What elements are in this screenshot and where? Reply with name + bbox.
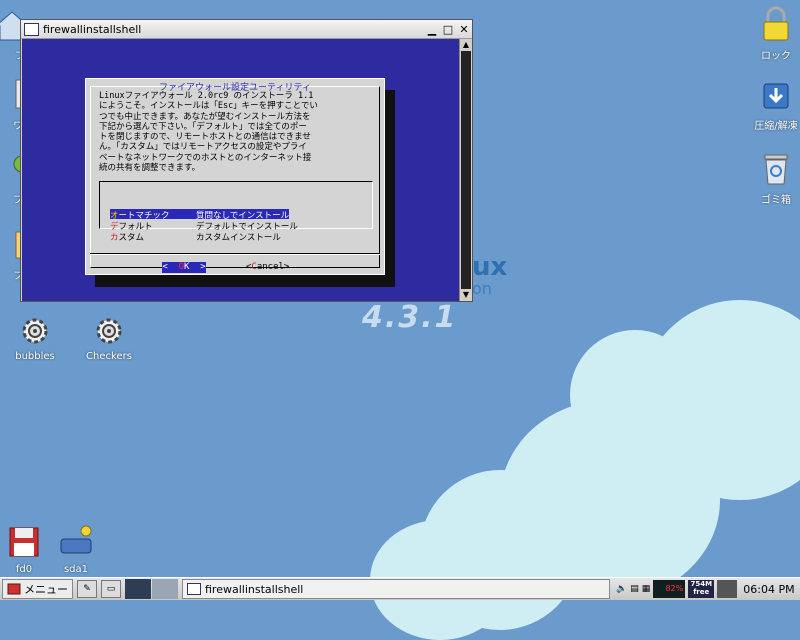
start-menu-label: メニュー: [24, 583, 68, 596]
memory-monitor: 754M free: [688, 580, 715, 598]
drive-icon: [60, 525, 92, 554]
taskbar-window-button[interactable]: firewallinstallshell: [182, 579, 610, 599]
desktop-icon-lock[interactable]: ロック: [744, 6, 800, 62]
cpu-monitor: 82%: [653, 580, 686, 598]
desktop-icon-bubbles[interactable]: bubbles: [3, 316, 67, 362]
network-icon[interactable]: ▦: [642, 584, 651, 594]
vertical-scrollbar[interactable]: ▲ ▼: [459, 39, 472, 301]
desktop-pager-2[interactable]: [152, 579, 178, 599]
quick-launch-drive-icon[interactable]: ▭: [101, 580, 121, 598]
setup-dialog: ファイアウォール設定ユーティリティ Linuxファイアウォール 2.0rc9 の…: [85, 78, 385, 275]
menu-icon: [7, 583, 21, 595]
option-desc: カスタムインストール: [196, 233, 281, 243]
desktop-icon-sda1[interactable]: sda1: [44, 525, 108, 575]
option-tag: スタム: [118, 233, 145, 243]
lock-icon: [763, 6, 789, 41]
terminal-window[interactable]: firewallinstallshell ▁ □ ✕ ファイアウォール設定ユーテ…: [20, 19, 473, 302]
option-automatic[interactable]: オートマチック 質問なしでインストール: [110, 209, 290, 221]
system-tray: 🔈 ▤ ▦ 82% 754M free: [616, 580, 738, 598]
desktop-icon-label: ゴミ箱: [761, 195, 791, 206]
gear-icon: [96, 318, 122, 344]
scroll-down-icon[interactable]: ▼: [460, 289, 472, 301]
desktop-icon-label: ロック: [761, 51, 791, 62]
terminal-area[interactable]: ファイアウォール設定ユーティリティ Linuxファイアウォール 2.0rc9 の…: [22, 39, 460, 301]
option-hotkey: カ: [110, 233, 119, 243]
option-desc: 質問なしでインストール: [196, 209, 290, 221]
archive-icon: [763, 83, 789, 109]
option-default[interactable]: デフォルト デフォルトでインストール: [110, 220, 298, 232]
desktop-icon-label: 圧縮/解凍: [754, 121, 798, 132]
brand-text: ux: [472, 252, 508, 282]
window-icon: [24, 22, 39, 36]
desktop-icon-archive[interactable]: 圧縮/解凍: [744, 80, 800, 132]
dialog-separator: [90, 253, 380, 255]
option-custom[interactable]: カスタム カスタムインストール: [110, 231, 281, 243]
brand-text: on: [472, 279, 492, 298]
printer-icon[interactable]: ▤: [630, 584, 639, 594]
option-desc: デフォルトでインストール: [196, 222, 298, 232]
brand-version: 4.3.1: [362, 300, 458, 335]
disk-monitor: [717, 580, 738, 598]
maximize-button[interactable]: □: [440, 23, 456, 36]
minimize-button[interactable]: ▁: [424, 23, 440, 36]
start-menu-button[interactable]: メニュー: [2, 579, 73, 599]
close-button[interactable]: ✕: [456, 23, 472, 36]
taskbar-window-title: firewallinstallshell: [205, 582, 304, 596]
floppy-icon: [9, 527, 39, 557]
desktop-icon-trash[interactable]: ゴミ箱: [744, 152, 800, 206]
volume-icon[interactable]: 🔈: [616, 584, 627, 594]
dialog-message: Linuxファイアウォール 2.0rc9 のインストーラ 1.1 にようこそ。イ…: [99, 91, 318, 174]
window-titlebar[interactable]: firewallinstallshell ▁ □ ✕: [21, 20, 472, 39]
desktop-icon-label: bubbles: [15, 351, 55, 362]
desktop-pager-1[interactable]: [125, 579, 151, 599]
window-icon: [187, 583, 201, 595]
scroll-thumb[interactable]: [461, 51, 471, 289]
window-title: firewallinstallshell: [43, 22, 142, 36]
quick-launch-app-icon[interactable]: ✎: [77, 580, 97, 598]
cancel-button[interactable]: <Cancel>: [246, 262, 289, 273]
desktop-icon-label: sda1: [63, 564, 89, 575]
gear-icon: [22, 318, 48, 344]
trash-icon: [764, 154, 788, 185]
scroll-up-icon[interactable]: ▲: [460, 39, 472, 51]
ok-button[interactable]: < OK >: [162, 262, 206, 273]
desktop-icon-label: Checkers: [86, 351, 132, 362]
desktop-icon-checkers[interactable]: Checkers: [77, 316, 141, 362]
taskbar: メニュー ✎ ▭ firewallinstallshell 🔈 ▤ ▦ 82% …: [0, 577, 800, 600]
clock[interactable]: 06:04 PM: [743, 583, 794, 596]
